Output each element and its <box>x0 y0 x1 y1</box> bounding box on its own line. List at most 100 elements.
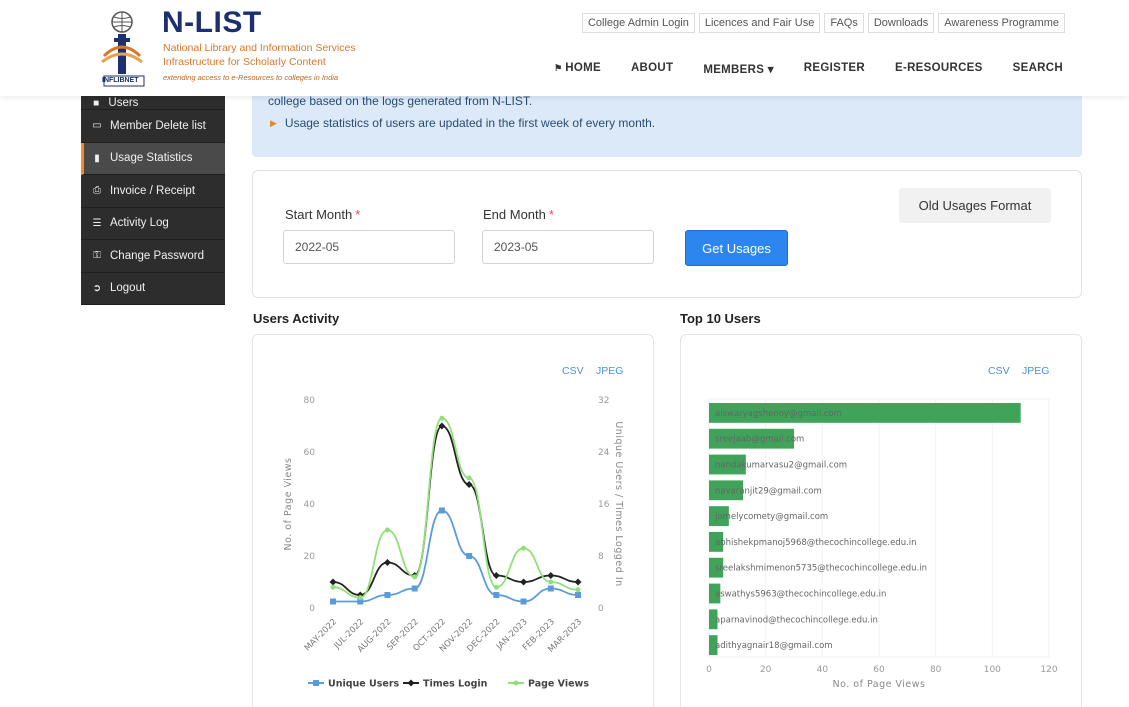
data-point-page-views <box>493 584 499 590</box>
sidebar-item-member-delete-list[interactable]: ▭ Member Delete list <box>81 110 225 143</box>
nav-home-label: HOME <box>565 62 601 74</box>
data-point-times-login <box>520 578 528 586</box>
y-tick-label: 60 <box>304 448 316 458</box>
sidebar-item-activity-log[interactable]: ☰ Activity Log <box>81 208 225 240</box>
legend-marker-page-views <box>513 680 519 686</box>
legend-label: Unique Users <box>328 679 400 690</box>
link-downloads[interactable]: Downloads <box>867 13 935 33</box>
required-mark: * <box>548 207 554 222</box>
home-icon: ⚑ <box>554 63 566 73</box>
csv-export-link[interactable]: CSV <box>988 365 1010 377</box>
nav-search[interactable]: SEARCH <box>1013 62 1063 76</box>
caret-right-icon: ▶ <box>270 117 277 128</box>
y2-tick-label: 24 <box>598 448 610 458</box>
legend-label: Page Views <box>528 679 589 690</box>
nav-members[interactable]: MEMBERS ▾ <box>703 62 773 76</box>
sidebar-item-label: Change Password <box>110 249 204 262</box>
bar-label: aiswaryagshenoy@gmail.com <box>715 409 842 419</box>
x-tick-label: 0 <box>706 665 712 675</box>
y-tick-label: 20 <box>304 552 316 562</box>
bar-label: navaranjit29@gmail.com <box>715 486 822 496</box>
jpeg-export-link[interactable]: JPEG <box>1022 365 1049 377</box>
info-text-1: college based on the logs generated from… <box>268 94 533 108</box>
data-point-unique-users <box>466 553 473 559</box>
trash-icon: ▭ <box>92 120 102 132</box>
data-point-unique-users <box>330 598 336 605</box>
users-activity-chart: 0 20 40 60 80 0 8 16 24 32 No. of Page Views Unique… <box>283 396 624 690</box>
nav-e-resources[interactable]: E-RESOURCES <box>895 62 983 76</box>
legend-marker-times-login <box>407 679 415 687</box>
data-point-unique-users <box>411 585 418 592</box>
data-point-unique-users <box>520 598 527 605</box>
top-users-title: Top 10 Users <box>680 311 761 326</box>
data-point-page-views <box>439 415 445 421</box>
top-users-card: CSV JPEG 0 20 40 60 80 100 120 No. of Page View… <box>680 334 1082 707</box>
sidebar-item-label: Logout <box>110 282 146 295</box>
brand-subtitle-1: National Library and Information Service… <box>163 42 356 54</box>
data-point-times-login <box>383 559 391 566</box>
jpeg-export-link[interactable]: JPEG <box>596 365 623 377</box>
bar-label: adithyagnair18@gmail.com <box>715 641 833 651</box>
brand-tagline: extending access to e-Resources to colle… <box>163 73 339 82</box>
nav-register[interactable]: REGISTER <box>804 62 865 76</box>
x-tick-label: 20 <box>760 665 772 675</box>
data-point-unique-users <box>384 592 391 598</box>
link-college-admin-login[interactable]: College Admin Login <box>581 13 695 33</box>
data-point-page-views <box>384 527 390 533</box>
csv-export-link[interactable]: CSV <box>562 365 584 377</box>
end-month-label-text: End Month <box>483 207 546 222</box>
list-icon: ☰ <box>92 217 102 229</box>
inflibnet-logo[interactable] <box>100 8 150 88</box>
get-usages-button[interactable]: Get Usages <box>685 230 788 266</box>
data-point-times-login <box>547 572 555 579</box>
end-month-input[interactable]: 2023-05 <box>482 230 654 264</box>
legend-marker-unique-users <box>313 680 319 686</box>
y2-axis-label: Unique Users / Times Logged In <box>613 421 624 586</box>
data-point-times-login <box>574 578 582 586</box>
bar-label: sreelakshmimenon5735@thecochincollege.ed… <box>715 564 927 574</box>
start-month-input[interactable]: 2022-05 <box>283 230 455 264</box>
x-tick-label: 60 <box>873 665 885 675</box>
data-point-unique-users <box>438 507 445 514</box>
top-links: College Admin Login Licences and Fair Us… <box>581 13 1065 33</box>
data-point-unique-users <box>575 592 581 598</box>
link-licences[interactable]: Licences and Fair Use <box>698 13 821 33</box>
data-point-page-views <box>412 574 418 580</box>
link-faqs[interactable]: FAQs <box>824 13 864 33</box>
data-point-unique-users <box>493 592 500 598</box>
y2-tick-label: 16 <box>598 500 610 510</box>
users-activity-card: CSV JPEG 0 20 40 60 80 0 8 16 24 32 No. of Page Vi… <box>252 334 654 707</box>
top-users-chart: 0 20 40 60 80 100 120 No. of Page Views aiswarya… <box>706 398 1058 690</box>
data-point-page-views <box>575 587 581 593</box>
sidebar-item-activate-users[interactable]: ■ Activate/Deactivate Users <box>81 85 225 110</box>
legend-label: Times Login <box>423 679 488 690</box>
old-usages-format-button[interactable]: Old Usages Format <box>899 188 1051 223</box>
print-icon: ⎙ <box>93 185 101 197</box>
sidebar: ■ Activate/Deactivate Users ▭ Member Del… <box>81 85 225 305</box>
main-nav: ⚑ HOME ABOUT MEMBERS ▾ REGISTER E-RESOUR… <box>554 62 1063 76</box>
brand-title[interactable]: N-LIST <box>162 6 262 40</box>
x-tick-label: MAY-2022 <box>303 617 339 653</box>
sidebar-item-change-password[interactable]: ⚿ Change Password <box>81 240 225 273</box>
y2-tick-label: 32 <box>598 396 609 406</box>
data-point-page-views <box>330 584 336 590</box>
bar-label: nandakumarvasu2@gmail.com <box>715 461 847 471</box>
data-point-page-views <box>521 545 527 551</box>
start-month-label: Start Month * <box>285 207 360 222</box>
bar-label: jomelycomety@gmail.com <box>714 512 828 522</box>
x-axis-label: No. of Page Views <box>833 679 926 690</box>
link-awareness[interactable]: Awareness Programme <box>938 13 1065 33</box>
start-month-label-text: Start Month <box>285 207 353 222</box>
nav-about[interactable]: ABOUT <box>631 62 673 76</box>
data-point-times-login <box>465 481 473 488</box>
data-point-unique-users <box>547 585 554 592</box>
sidebar-item-logout[interactable]: ➲ Logout <box>81 273 225 305</box>
logo-caption: INFLIBNET <box>102 77 139 84</box>
y2-tick-label: 0 <box>598 604 604 614</box>
bar-label: sreejaab@gmail.com <box>715 435 804 445</box>
sidebar-item-invoice[interactable]: ⎙ Invoice / Receipt <box>81 175 225 208</box>
nav-home[interactable]: ⚑ HOME <box>554 62 601 76</box>
y-axis-label: No. of Page Views <box>283 458 294 551</box>
sidebar-item-usage-statistics[interactable]: ▮ Usage Statistics <box>81 142 225 175</box>
x-tick-label: 100 <box>984 665 1001 675</box>
